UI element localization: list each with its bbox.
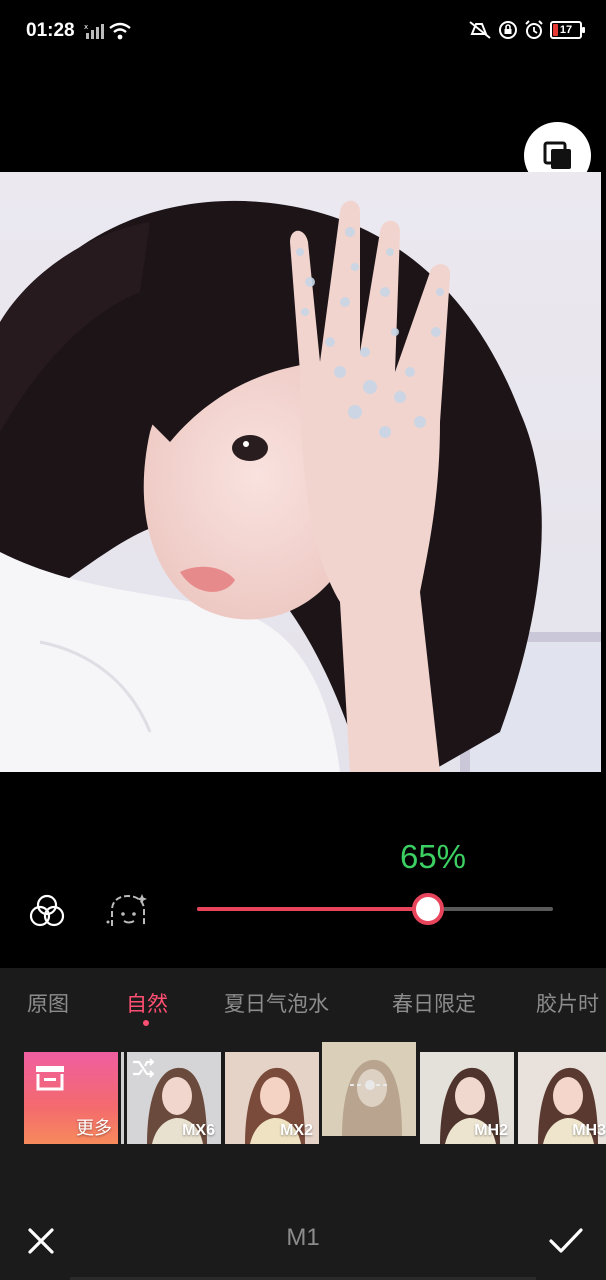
filter-mh2-label: MH2 xyxy=(474,1122,508,1139)
filter-circles-icon[interactable] xyxy=(28,893,66,929)
signal-icon: x xyxy=(84,23,104,39)
compare-icon xyxy=(543,141,571,169)
portrait-image xyxy=(0,172,601,772)
face-beauty-icon[interactable] xyxy=(104,892,148,930)
lock-icon xyxy=(499,21,517,39)
tab-natural[interactable]: 自然 xyxy=(126,988,168,1018)
adjust-slider-icon xyxy=(350,1080,390,1090)
close-icon[interactable] xyxy=(26,1226,56,1256)
status-right-icons: 17 xyxy=(468,20,585,40)
battery-percent: 17 xyxy=(559,24,573,36)
svg-text:x: x xyxy=(84,23,88,31)
bottom-action-bar: M1 xyxy=(0,1208,606,1280)
shuffle-icon xyxy=(133,1058,155,1078)
intensity-slider[interactable] xyxy=(197,893,553,925)
filter-mh2[interactable]: MH2 xyxy=(420,1052,514,1144)
check-icon[interactable] xyxy=(548,1226,584,1256)
photo-preview[interactable] xyxy=(0,172,601,772)
intensity-slider-thumb[interactable] xyxy=(412,893,445,925)
status-time: 01:28 xyxy=(26,20,75,41)
filter-mh3[interactable]: MH3 xyxy=(518,1052,606,1144)
tab-summer-soda[interactable]: 夏日气泡水 xyxy=(224,988,329,1018)
tab-spring-limited[interactable]: 春日限定 xyxy=(392,988,476,1018)
filter-mx6[interactable]: MX6 xyxy=(127,1052,221,1144)
filter-m1-selected[interactable] xyxy=(322,1042,416,1136)
filter-mx2-label: MX2 xyxy=(280,1122,313,1139)
filter-mh3-label: MH3 xyxy=(572,1122,606,1139)
tab-original[interactable]: 原图 xyxy=(27,988,69,1018)
filter-category-tabs: 原图 自然 夏日气泡水 春日限定 胶片时 xyxy=(0,968,606,1036)
wifi-icon xyxy=(109,22,131,40)
mute-icon xyxy=(469,21,491,39)
status-bar: 01:28 x 17 xyxy=(0,0,606,64)
filter-mx2[interactable]: MX2 xyxy=(225,1052,319,1144)
filter-mx6-label: MX6 xyxy=(182,1122,215,1139)
current-filter-name: M1 xyxy=(286,1224,320,1251)
alarm-icon xyxy=(525,20,543,39)
battery-icon: 17 xyxy=(550,21,585,39)
filter-thumbnails: 更多 MX6 MX2 MH2 MH3 xyxy=(0,1042,606,1146)
intensity-value: 65% xyxy=(399,838,467,875)
intensity-slider-fill xyxy=(197,907,429,911)
status-left-icons: x xyxy=(84,22,132,40)
battery-level xyxy=(553,24,558,36)
more-filters-label: 更多 xyxy=(76,1118,112,1138)
store-icon xyxy=(36,1066,64,1091)
active-tab-indicator xyxy=(143,1020,149,1026)
tab-film[interactable]: 胶片时 xyxy=(536,988,599,1018)
thumbnail-divider xyxy=(121,1052,124,1144)
more-filters-button[interactable]: 更多 xyxy=(24,1052,118,1144)
